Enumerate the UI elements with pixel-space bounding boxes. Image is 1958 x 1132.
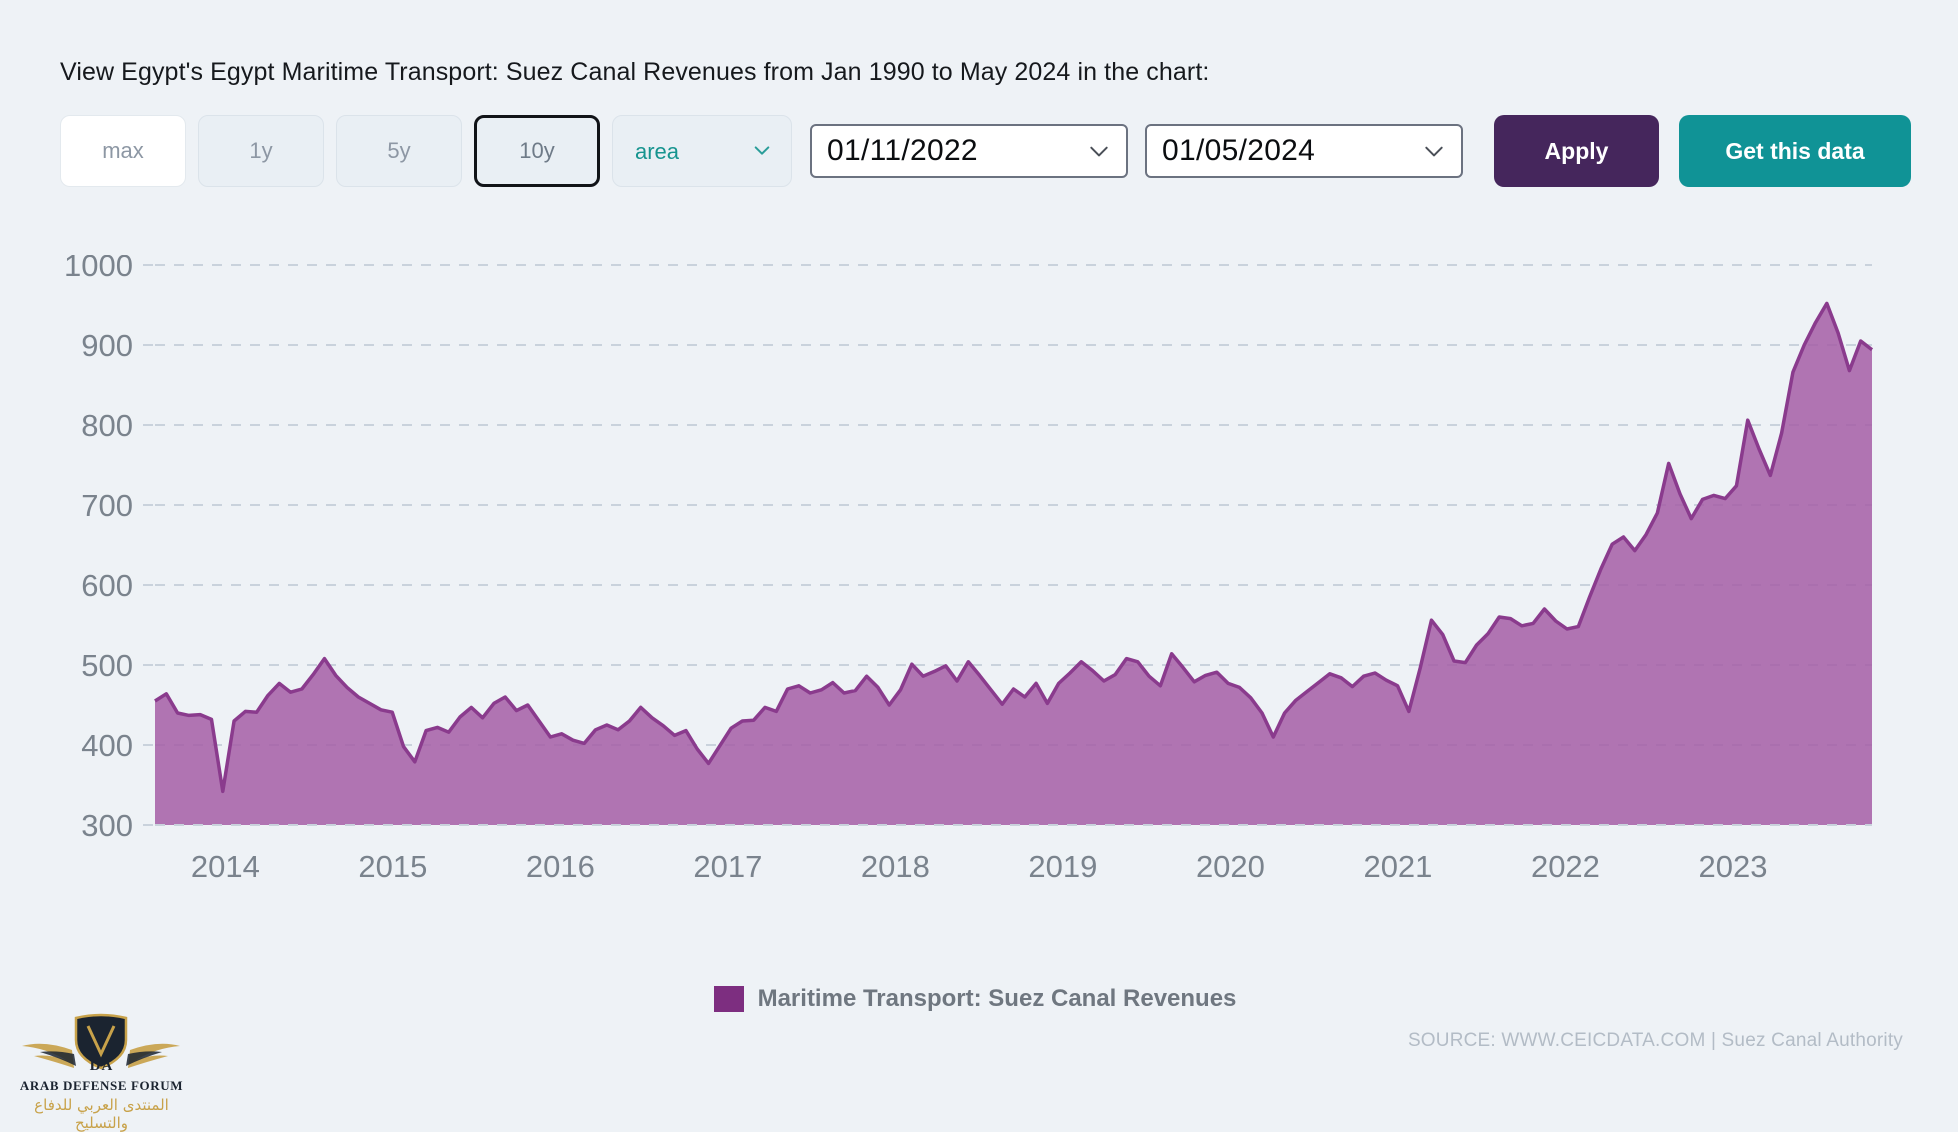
x-axis-label: 2021 <box>1363 849 1432 884</box>
get-this-data-button[interactable]: Get this data <box>1679 115 1911 187</box>
x-axis-label: 2015 <box>358 849 427 884</box>
chart-type-select[interactable]: area <box>612 115 792 187</box>
range-button-1y[interactable]: 1y <box>198 115 324 187</box>
watermark-logo: DA ARAB DEFENSE FORUM المنتدى العربي للد… <box>14 1010 189 1132</box>
watermark-name: ARAB DEFENSE FORUM <box>19 1078 184 1093</box>
x-axis-label: 2022 <box>1531 849 1600 884</box>
legend-label: Maritime Transport: Suez Canal Revenues <box>757 985 1237 1012</box>
y-axis-label: 700 <box>81 488 133 523</box>
y-axis-label: 1000 <box>64 255 133 283</box>
x-axis-label: 2018 <box>861 849 930 884</box>
x-axis-label: 2020 <box>1196 849 1265 884</box>
y-axis-label: 800 <box>81 408 133 443</box>
x-axis-label: 2023 <box>1698 849 1767 884</box>
watermark-monogram: DA <box>89 1058 114 1074</box>
chart-type-select-value: area <box>635 139 680 164</box>
date-from-value: 01/11/2022 <box>827 134 978 167</box>
chevron-down-icon <box>1088 140 1110 162</box>
x-axis-label: 2014 <box>191 849 260 884</box>
page-root: View Egypt's Egypt Maritime Transport: S… <box>0 0 1958 1132</box>
chart-canvas: 300 400 500 600 700 800 900 1000 2014 2015 2016 201… <box>64 255 1874 884</box>
range-button-max-label: max <box>102 138 144 163</box>
apply-button[interactable]: Apply <box>1494 115 1659 187</box>
x-axis-label: 2017 <box>693 849 762 884</box>
x-axis-label: 2019 <box>1028 849 1097 884</box>
range-button-10y-label: 10y <box>519 138 555 163</box>
date-to-field[interactable]: 01/05/2024 <box>1145 124 1463 178</box>
area-chart: 300 400 500 600 700 800 900 1000 2014 2015 2016 201… <box>60 255 1890 925</box>
range-button-max[interactable]: max <box>60 115 186 187</box>
y-axis-label: 600 <box>81 568 133 603</box>
range-button-1y-label: 1y <box>249 138 273 163</box>
range-button-10y[interactable]: 10y <box>474 115 600 187</box>
watermark-name-arabic: المنتدى العربي للدفاع والتسليح <box>34 1096 169 1132</box>
chevron-down-icon <box>1423 140 1445 162</box>
get-this-data-button-label: Get this data <box>1725 137 1865 164</box>
date-to-value: 01/05/2024 <box>1162 134 1316 167</box>
legend-swatch <box>713 986 744 1012</box>
chart-controls-toolbar: max 1y 5y 10y area 01/11/2022 01/05/2024 <box>60 115 1911 187</box>
page-title: View Egypt's Egypt Maritime Transport: S… <box>60 58 1210 86</box>
area-series-fill <box>155 303 1872 825</box>
date-from-field[interactable]: 01/11/2022 <box>810 124 1128 178</box>
y-axis-label: 500 <box>81 648 133 683</box>
range-button-5y[interactable]: 5y <box>336 115 462 187</box>
chart-source-note: SOURCE: WWW.CEICDATA.COM | Suez Canal Au… <box>1407 1030 1903 1051</box>
y-axis-label: 900 <box>81 328 133 363</box>
range-button-5y-label: 5y <box>387 138 411 163</box>
y-axis-label: 300 <box>81 808 133 843</box>
x-axis-label: 2016 <box>526 849 595 884</box>
apply-button-label: Apply <box>1544 137 1609 164</box>
y-axis-label: 400 <box>81 728 133 763</box>
chevron-down-icon <box>753 142 771 160</box>
chart-legend: Maritime Transport: Suez Canal Revenues <box>60 985 1890 1013</box>
